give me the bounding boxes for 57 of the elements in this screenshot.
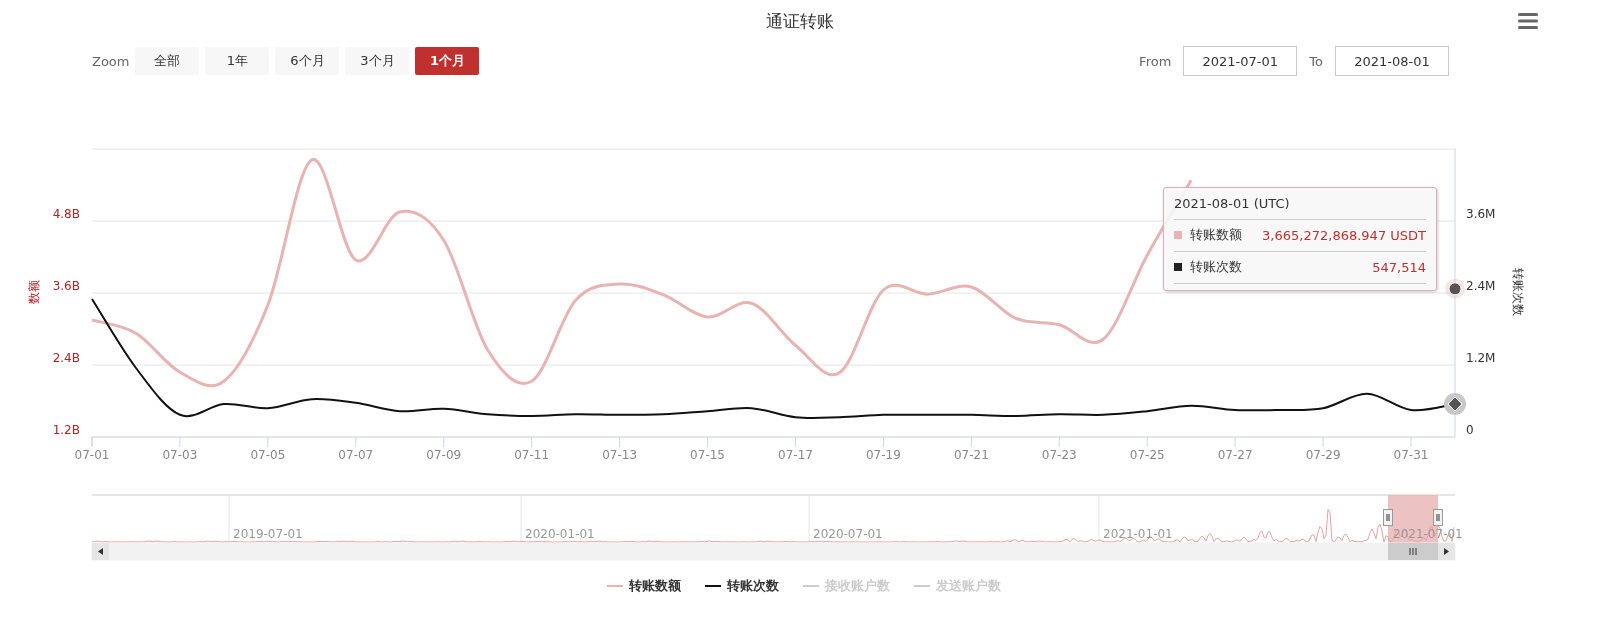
to-label: To (1309, 53, 1323, 69)
scrollbar-thumb[interactable] (1388, 543, 1438, 560)
axis-label: 07-03 (162, 448, 198, 462)
axis-label: 4.8B (52, 207, 80, 221)
navigator-date-label: 2020-07-01 (813, 527, 883, 541)
axis-label: 3.6B (52, 279, 80, 293)
axis-label: 07-09 (426, 448, 462, 462)
navigator-date-label: 2021-01-01 (1103, 527, 1173, 541)
axis-label: 07-11 (514, 448, 550, 462)
zoom-label: Zoom (92, 53, 130, 69)
axis-label: 07-19 (866, 448, 901, 462)
navigator-date-label: 2019-07-01 (233, 527, 303, 541)
navigator-handle[interactable] (1383, 509, 1393, 526)
axis-label: 07-17 (778, 448, 813, 462)
data-point-marker (1445, 278, 1465, 299)
axis-label: 1.2B (52, 423, 80, 437)
axis-label: 2.4B (52, 351, 80, 365)
zoom-button[interactable]: 全部 (135, 47, 200, 75)
legend-item[interactable]: 转账次数 (701, 575, 783, 597)
scroll-right-icon[interactable] (1438, 543, 1455, 560)
axis-label: 07-07 (338, 448, 374, 462)
scroll-left-icon[interactable] (92, 543, 109, 560)
tooltip-value: 3,665,272,868.947 USDT (1262, 227, 1426, 243)
zoom-button[interactable]: 6个月 (275, 47, 340, 75)
axis-label: 07-15 (690, 448, 725, 462)
from-label: From (1139, 53, 1172, 69)
axis-label: 07-01 (74, 448, 110, 462)
zoom-button[interactable]: 1个月 (415, 47, 480, 75)
navigator-date-label: 2020-01-01 (525, 527, 595, 541)
axis-label: 3.6M (1466, 207, 1496, 221)
axis-label: 07-05 (250, 448, 286, 462)
axis-label: 0 (1466, 423, 1474, 437)
legend-item[interactable]: 转账数额 (603, 575, 685, 597)
axis-label: 07-25 (1129, 448, 1165, 462)
tooltip-series-name: 转账数额 (1190, 226, 1242, 244)
axis-label: 07-31 (1393, 448, 1429, 462)
zoom-button[interactable]: 1年 (205, 47, 270, 75)
to-date-field[interactable]: 2021-08-01 (1335, 46, 1449, 76)
axis-label: 07-29 (1305, 448, 1341, 462)
axis-label: 1.2M (1466, 351, 1496, 365)
from-date-field[interactable]: 2021-07-01 (1183, 46, 1298, 76)
axis-label: 07-27 (1217, 448, 1253, 462)
axis-title: 数额 (27, 280, 41, 304)
tooltip-series-name: 转账次数 (1190, 258, 1242, 276)
navigator-handle[interactable] (1433, 509, 1443, 526)
axis-title: 转账次数 (1511, 268, 1525, 316)
tooltip-date: 2021-08-01 (UTC) (1174, 196, 1426, 220)
axis-label: 07-21 (953, 448, 989, 462)
data-point-marker (1444, 393, 1466, 415)
axis-label: 07-23 (1041, 448, 1077, 462)
axis-label: 2.4M (1466, 279, 1496, 293)
chart-title: 通证转账 (766, 9, 834, 33)
tooltip-value: 547,514 (1372, 259, 1426, 275)
axis-label: 07-13 (602, 448, 638, 462)
scrollbar-track[interactable] (91, 542, 1456, 561)
zoom-button[interactable]: 3个月 (345, 47, 410, 75)
menu-icon[interactable] (1516, 10, 1540, 32)
